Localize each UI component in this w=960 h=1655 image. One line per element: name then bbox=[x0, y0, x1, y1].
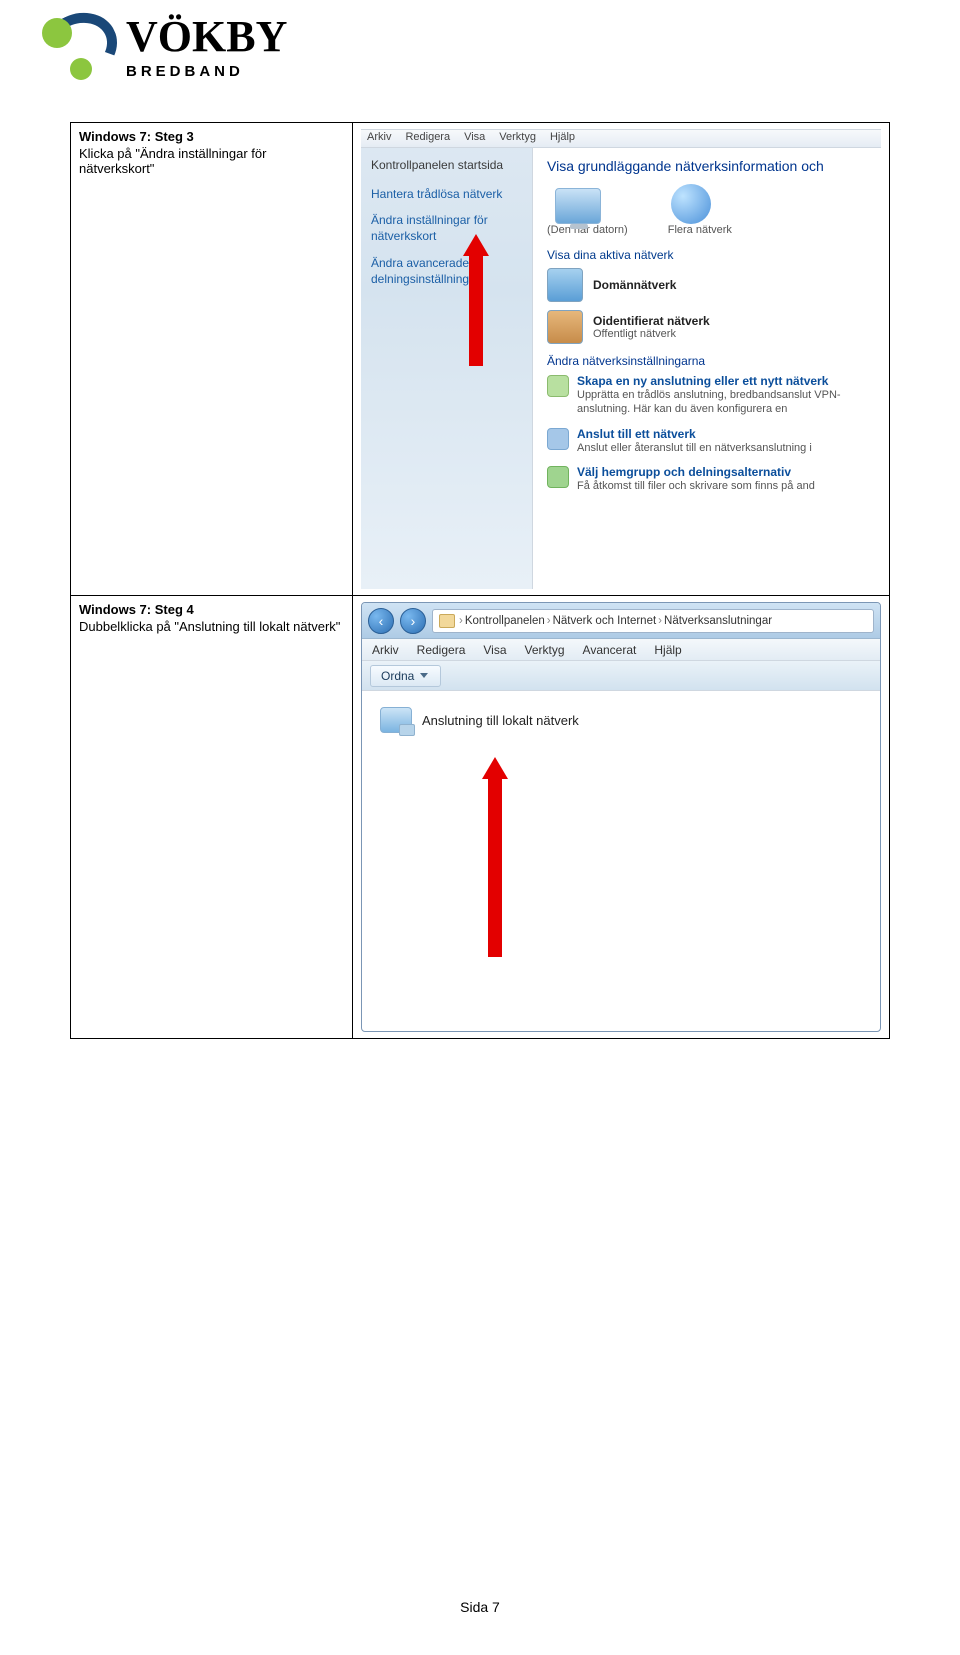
logo-text: VÖKBY BREDBAND bbox=[126, 15, 287, 80]
menu-item[interactable]: Redigera bbox=[405, 131, 450, 146]
network-type: Offentligt nätverk bbox=[593, 328, 710, 340]
explorer-menubar: Arkiv Redigera Visa Verktyg Avancerat Hj… bbox=[362, 639, 880, 661]
step3-screenshot-cell: Arkiv Redigera Visa Verktyg Hjälp Kontro… bbox=[353, 123, 890, 596]
table-row: Windows 7: Steg 3 Klicka på "Ändra instä… bbox=[71, 123, 890, 596]
step3-screenshot: Arkiv Redigera Visa Verktyg Hjälp Kontro… bbox=[361, 129, 881, 589]
breadcrumb-part[interactable]: Kontrollpanelen bbox=[465, 615, 545, 627]
menu-item[interactable]: Hjälp bbox=[654, 643, 681, 657]
brand-sub: BREDBAND bbox=[126, 63, 287, 80]
connection-label: Anslutning till lokalt nätverk bbox=[422, 713, 579, 728]
task-homegroup[interactable]: Välj hemgrupp och delningsalternativ Få … bbox=[547, 465, 875, 493]
organize-label: Ordna bbox=[381, 669, 414, 683]
nav-back-button[interactable]: ‹ bbox=[368, 608, 394, 634]
task-new-connection[interactable]: Skapa en ny anslutning eller ett nytt nä… bbox=[547, 374, 875, 417]
chevron-down-icon bbox=[420, 673, 428, 678]
breadcrumb-part[interactable]: Nätverksanslutningar bbox=[664, 615, 772, 627]
new-connection-icon bbox=[547, 375, 569, 397]
computer-icon bbox=[555, 188, 601, 224]
red-arrow-icon bbox=[463, 234, 489, 366]
step3-desc: Klicka på "Ändra inställningar för nätve… bbox=[79, 146, 344, 176]
sidebar-link-adapter-settings[interactable]: Ändra inställningar för nätverkskort bbox=[371, 212, 522, 244]
explorer-toolbar: Ordna bbox=[362, 661, 880, 691]
network-center-heading: Visa grundläggande nätverksinformation o… bbox=[547, 158, 875, 174]
brand-name: VÖKBY bbox=[126, 15, 287, 59]
menu-item[interactable]: Visa bbox=[483, 643, 506, 657]
menu-item[interactable]: Arkiv bbox=[372, 643, 399, 657]
network-name: Domännätverk bbox=[593, 278, 676, 292]
step3-title: Windows 7: Steg 3 bbox=[79, 129, 344, 144]
task-title: Välj hemgrupp och delningsalternativ bbox=[577, 465, 791, 479]
task-connect-network[interactable]: Anslut till ett nätverk Anslut eller åte… bbox=[547, 427, 875, 455]
menu-item[interactable]: Verktyg bbox=[525, 643, 565, 657]
network-name: Oidentifierat nätverk bbox=[593, 314, 710, 328]
change-settings-block: Ändra nätverksinställningarna Skapa en n… bbox=[547, 354, 875, 493]
explorer-titlebar: ‹ › › Kontrollpanelen › Nätverk och Inte… bbox=[362, 603, 880, 639]
task-desc: Upprätta en trådlös anslutning, bredband… bbox=[577, 388, 875, 417]
breadcrumb[interactable]: › Kontrollpanelen › Nätverk och Internet… bbox=[432, 609, 874, 633]
public-bench-icon bbox=[547, 310, 583, 344]
nav-forward-button[interactable]: › bbox=[400, 608, 426, 634]
red-arrow-icon bbox=[482, 757, 508, 957]
organize-button[interactable]: Ordna bbox=[370, 665, 441, 687]
win7-menubar: Arkiv Redigera Visa Verktyg Hjälp bbox=[361, 130, 881, 148]
folder-icon bbox=[439, 614, 455, 628]
sidebar-link-sharing-settings[interactable]: Ändra avancerade delningsinställningar bbox=[371, 255, 522, 287]
chevron-right-icon: › bbox=[547, 615, 551, 627]
lan-connection-icon bbox=[380, 707, 412, 733]
menu-item[interactable]: Arkiv bbox=[367, 131, 391, 146]
multi-network-caption: Flera nätverk bbox=[668, 224, 732, 236]
step4-screenshot-cell: ‹ › › Kontrollpanelen › Nätverk och Inte… bbox=[353, 596, 890, 1039]
task-title: Skapa en ny anslutning eller ett nytt nä… bbox=[577, 374, 828, 388]
menu-item[interactable]: Hjälp bbox=[550, 131, 575, 146]
control-panel-sidebar: Kontrollpanelen startsida Hantera trådlö… bbox=[361, 130, 533, 589]
network-map: (Den här datorn) Flera nätverk bbox=[547, 184, 875, 236]
menu-item[interactable]: Avancerat bbox=[583, 643, 637, 657]
logo-mark bbox=[40, 14, 118, 80]
network-entry-domain[interactable]: Domännätverk bbox=[547, 268, 875, 302]
task-title: Anslut till ett nätverk bbox=[577, 427, 696, 441]
multi-network-icon bbox=[671, 184, 711, 224]
active-networks-heading: Visa dina aktiva nätverk bbox=[547, 248, 875, 262]
step4-text-cell: Windows 7: Steg 4 Dubbelklicka på "Anslu… bbox=[71, 596, 353, 1039]
step4-screenshot: ‹ › › Kontrollpanelen › Nätverk och Inte… bbox=[361, 602, 881, 1032]
breadcrumb-part[interactable]: Nätverk och Internet bbox=[553, 615, 657, 627]
connections-list: Anslutning till lokalt nätverk bbox=[362, 691, 880, 749]
steps-table: Windows 7: Steg 3 Klicka på "Ändra instä… bbox=[70, 122, 890, 1039]
page-header: VÖKBY BREDBAND bbox=[0, 0, 960, 86]
homegroup-icon bbox=[547, 466, 569, 488]
network-center-main: Visa grundläggande nätverksinformation o… bbox=[533, 130, 881, 589]
change-settings-heading: Ändra nätverksinställningarna bbox=[547, 354, 875, 368]
chevron-right-icon: › bbox=[459, 615, 463, 627]
menu-item[interactable]: Redigera bbox=[417, 643, 466, 657]
menu-item[interactable]: Verktyg bbox=[499, 131, 536, 146]
table-row: Windows 7: Steg 4 Dubbelklicka på "Anslu… bbox=[71, 596, 890, 1039]
network-entry-unidentified[interactable]: Oidentifierat nätverk Offentligt nätverk bbox=[547, 310, 875, 344]
sidebar-link-wireless[interactable]: Hantera trådlösa nätverk bbox=[371, 186, 522, 202]
step3-text-cell: Windows 7: Steg 3 Klicka på "Ändra instä… bbox=[71, 123, 353, 596]
step4-desc: Dubbelklicka på "Anslutning till lokalt … bbox=[79, 619, 344, 634]
menu-item[interactable]: Visa bbox=[464, 131, 485, 146]
task-desc: Få åtkomst till filer och skrivare som f… bbox=[577, 479, 815, 493]
chevron-right-icon: › bbox=[658, 615, 662, 627]
task-desc: Anslut eller återanslut till en nätverks… bbox=[577, 441, 812, 455]
connect-network-icon bbox=[547, 428, 569, 450]
step4-title: Windows 7: Steg 4 bbox=[79, 602, 344, 617]
server-icon bbox=[547, 268, 583, 302]
connection-item-lan[interactable]: Anslutning till lokalt nätverk bbox=[380, 707, 862, 733]
sidebar-home-link[interactable]: Kontrollpanelen startsida bbox=[371, 158, 522, 172]
page-number: Sida 7 bbox=[0, 1599, 960, 1655]
